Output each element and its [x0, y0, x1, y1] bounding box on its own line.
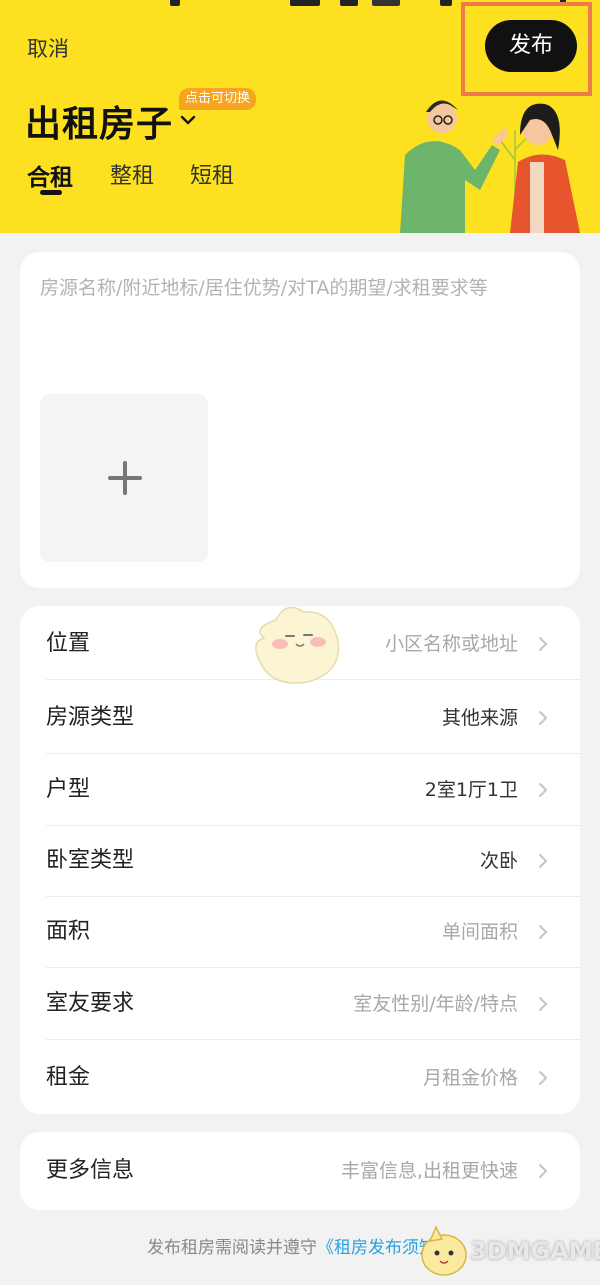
- row-label: 卧室类型: [46, 848, 135, 873]
- mascot-sticker: [255, 606, 340, 684]
- chevron-down-icon[interactable]: [180, 112, 196, 128]
- description-input[interactable]: 房源名称/附近地标/居住优势/对TA的期望/求租要求等: [40, 274, 560, 303]
- tab-short-rent[interactable]: 短租: [190, 158, 234, 190]
- add-photo-button[interactable]: [40, 394, 208, 562]
- publish-notice-text: 发布租房需阅读并遵守: [147, 1238, 317, 1258]
- row-value: 其他来源: [441, 707, 518, 729]
- form-row-roommate-requirements[interactable]: 室友要求 室友性别/年龄/特点: [20, 968, 580, 1040]
- row-label: 更多信息: [46, 1158, 135, 1183]
- row-label: 位置: [46, 631, 91, 656]
- header: 取消 发布 出租房子 点击可切换 合租 整租 短租: [0, 0, 600, 233]
- row-label: 室友要求: [46, 991, 135, 1016]
- chevron-right-icon: [539, 637, 548, 651]
- switch-hint-badge: 点击可切换: [179, 88, 257, 110]
- watermark-logo: 3DMGAME: [418, 1219, 600, 1281]
- publish-button[interactable]: 发布: [485, 20, 577, 72]
- divider: [46, 1039, 580, 1040]
- tab-shared-rent[interactable]: 合租: [27, 158, 73, 192]
- form-row-area[interactable]: 面积 单间面积: [20, 896, 580, 968]
- row-label: 租金: [46, 1065, 91, 1090]
- chevron-right-icon: [539, 925, 548, 939]
- row-value: 小区名称或地址: [384, 633, 518, 655]
- more-info-card: 更多信息 丰富信息,出租更快速: [20, 1132, 580, 1210]
- row-value: 月租金价格: [422, 1067, 518, 1089]
- row-value: 2室1厅1卫: [424, 779, 518, 801]
- row-value: 次卧: [479, 850, 518, 872]
- row-value: 单间面积: [441, 921, 518, 943]
- roommates-illustration: [400, 100, 580, 233]
- chevron-right-icon: [539, 783, 548, 797]
- form-row-bedroom-type[interactable]: 卧室类型 次卧: [20, 825, 580, 897]
- form-row-rent[interactable]: 租金 月租金价格: [20, 1042, 580, 1114]
- row-value: 室友性别/年龄/特点: [353, 993, 518, 1015]
- chevron-right-icon: [539, 854, 548, 868]
- row-label: 面积: [46, 919, 91, 944]
- active-tab-indicator: [40, 190, 62, 195]
- form-row-source-type[interactable]: 房源类型 其他来源: [20, 682, 580, 754]
- form-row-layout[interactable]: 户型 2室1厅1卫: [20, 754, 580, 826]
- description-card: 房源名称/附近地标/居住优势/对TA的期望/求租要求等: [20, 252, 580, 588]
- chevron-right-icon: [539, 1071, 548, 1085]
- form-row-more-info[interactable]: 更多信息 丰富信息,出租更快速: [20, 1135, 580, 1207]
- chevron-right-icon: [539, 997, 548, 1011]
- row-label: 户型: [46, 777, 91, 802]
- page-title[interactable]: 出租房子: [25, 95, 173, 147]
- row-value: 丰富信息,出租更快速: [340, 1160, 518, 1182]
- cancel-button[interactable]: 取消: [27, 33, 69, 63]
- watermark-text: 3DMGAME: [470, 1237, 600, 1265]
- chevron-right-icon: [539, 711, 548, 725]
- row-label: 房源类型: [46, 705, 135, 730]
- watermark-mascot-icon: [421, 1225, 467, 1276]
- tab-whole-rent[interactable]: 整租: [110, 158, 154, 190]
- chevron-right-icon: [539, 1164, 548, 1178]
